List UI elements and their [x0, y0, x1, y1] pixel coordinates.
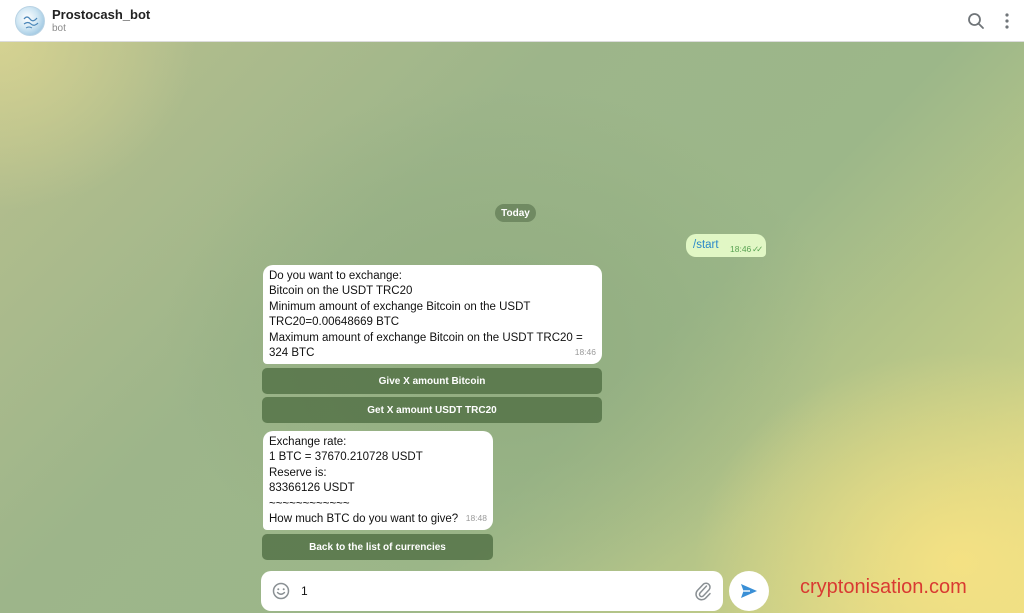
- message-line: Bitcoin on the USDT TRC20: [269, 285, 413, 298]
- emoji-icon[interactable]: [271, 581, 291, 601]
- date-separator: Today: [495, 204, 536, 222]
- more-vertical-icon[interactable]: [998, 11, 1016, 31]
- give-bitcoin-button[interactable]: Give X amount Bitcoin: [262, 368, 602, 394]
- paperclip-icon[interactable]: [693, 580, 713, 602]
- incoming-message-exchange: Do you want to exchange: Bitcoin on the …: [263, 265, 602, 364]
- chat-header: Prostocash_bot bot: [0, 0, 1024, 42]
- message-input[interactable]: [301, 581, 681, 601]
- chat-subtitle: bot: [52, 23, 66, 34]
- prostocash-logo-icon: [23, 16, 39, 29]
- chat-title[interactable]: Prostocash_bot: [52, 7, 150, 22]
- send-icon: [741, 584, 757, 598]
- outgoing-message[interactable]: /start 18:46 ✓✓: [686, 234, 766, 257]
- message-line: ~~~~~~~~~~~~: [269, 497, 350, 510]
- message-line: TRC20=0.00648669 BTC: [269, 316, 400, 329]
- message-line: How much BTC do you want to give?: [269, 513, 459, 526]
- message-line: 324 BTC: [269, 347, 315, 360]
- command-link[interactable]: /start: [693, 239, 719, 251]
- message-time: 18:46: [574, 346, 596, 357]
- incoming-message-rate: Exchange rate: 1 BTC = 37670.210728 USDT…: [263, 431, 493, 530]
- message-composer: [261, 571, 723, 611]
- message-line: Maximum amount of exchange Bitcoin on th…: [269, 331, 583, 344]
- message-line: Reserve is:: [269, 466, 327, 479]
- message-line: 1 BTC = 37670.210728 USDT: [269, 451, 423, 464]
- get-usdt-button[interactable]: Get X amount USDT TRC20: [262, 397, 602, 423]
- send-button[interactable]: [729, 571, 769, 611]
- watermark: cryptonisation.com: [800, 576, 967, 598]
- search-icon[interactable]: [966, 11, 986, 31]
- message-time: 18:48: [465, 512, 487, 523]
- message-time: 18:46: [730, 244, 752, 254]
- read-check-icon: ✓✓: [752, 244, 763, 254]
- bot-avatar[interactable]: [15, 6, 45, 36]
- message-line: Do you want to exchange:: [269, 270, 402, 282]
- back-to-currencies-button[interactable]: Back to the list of currencies: [262, 534, 493, 560]
- message-line: Exchange rate:: [269, 436, 347, 448]
- message-line: 83366126 USDT: [269, 482, 355, 495]
- message-line: Minimum amount of exchange Bitcoin on th…: [269, 300, 531, 313]
